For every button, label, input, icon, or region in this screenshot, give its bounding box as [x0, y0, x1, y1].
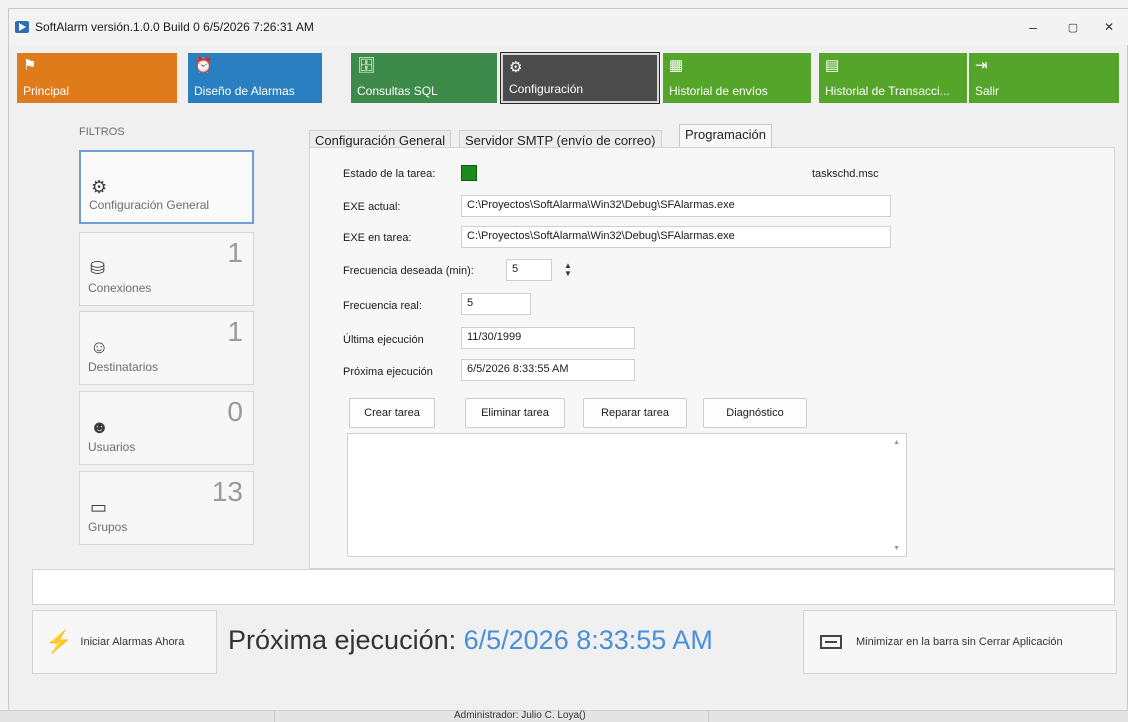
users-icon: ☻: [90, 417, 109, 437]
ultima-ejecucion-field[interactable]: 11/30/1999: [461, 327, 635, 349]
user-gear-icon: ☺: [90, 337, 109, 357]
filter-card-label: Grupos: [88, 520, 128, 534]
calendar-icon: ▦: [669, 57, 684, 74]
reparar-tarea-button[interactable]: Reparar tarea: [583, 398, 687, 428]
iniciar-alarmas-label: Iniciar Alarmas Ahora: [80, 636, 185, 648]
filter-card-count: 1: [227, 237, 243, 268]
message-bar: [32, 569, 1115, 605]
minimize-button[interactable]: –: [1013, 9, 1053, 45]
ribbon-consultas-sql-label: Consultas SQL: [357, 84, 438, 98]
exe-actual-field[interactable]: C:\Proyectos\SoftAlarma\Win32\Debug\SFAl…: [461, 195, 891, 217]
minimizar-bandeja-label: Minimizar en la barra sin Cerrar Aplicac…: [856, 636, 1063, 648]
task-status-indicator: [461, 165, 477, 181]
ribbon-diseno-alarmas[interactable]: ⏰ Diseño de Alarmas: [188, 53, 322, 103]
connection-icon: ⛁: [90, 258, 106, 278]
filter-card-label: Destinatarios: [88, 360, 159, 374]
ribbon-diseno-alarmas-label: Diseño de Alarmas: [194, 84, 295, 98]
estado-tarea-label: Estado de la tarea:: [343, 168, 436, 180]
eliminar-tarea-button[interactable]: Eliminar tarea: [465, 398, 565, 428]
lightning-icon: ⚡: [45, 629, 73, 654]
filter-card-configuracion-general[interactable]: ⚙ Configuración General: [79, 150, 254, 224]
close-button[interactable]: ✕: [1089, 9, 1128, 45]
exe-tarea-field[interactable]: C:\Proyectos\SoftAlarma\Win32\Debug\SFAl…: [461, 226, 891, 248]
title-bar: SoftAlarm versión.1.0.0 Build 0 6/5/2026…: [9, 9, 1128, 45]
status-separator: [708, 711, 709, 722]
status-user: Administrador: Julio C. Loya(): [454, 710, 586, 721]
next-run-label: Próxima ejecución:: [228, 625, 464, 655]
filter-card-label: Usuarios: [88, 440, 136, 454]
freq-spinner-arrows-icon[interactable]: ▲ ▼: [561, 259, 575, 281]
ribbon-salir-label: Salir: [975, 84, 1000, 98]
app-logo-icon: [15, 21, 29, 33]
filters-heading: FILTROS: [79, 126, 125, 138]
flag-icon: ⚑: [23, 57, 37, 74]
group-folder-icon: ▭: [90, 497, 108, 517]
maximize-button[interactable]: ▢: [1053, 9, 1093, 45]
ribbon-principal-label: Principal: [23, 84, 70, 98]
minimizar-bandeja-button[interactable]: Minimizar en la barra sin Cerrar Aplicac…: [803, 610, 1117, 674]
gear-icon: ⚙: [91, 177, 108, 197]
exe-actual-label: EXE actual:: [343, 201, 401, 213]
database-icon: 🗄: [357, 57, 377, 74]
filter-card-label: Configuración General: [89, 198, 210, 212]
filter-card-label: Conexiones: [88, 281, 152, 295]
status-bar: Administrador: Julio C. Loya(): [0, 710, 1128, 722]
status-separator: [274, 711, 275, 722]
filter-card-grupos[interactable]: ▭ 13 Grupos: [79, 471, 254, 545]
filter-card-count: 13: [211, 476, 243, 507]
freq-real-label: Frecuencia real:: [343, 300, 422, 312]
freq-deseada-label: Frecuencia deseada (min):: [343, 265, 474, 277]
app-window: SoftAlarm versión.1.0.0 Build 0 6/5/2026…: [8, 8, 1128, 722]
proxima-ejecucion-label: Próxima ejecución: [343, 366, 433, 378]
ribbon-configuracion-label: Configuración: [509, 82, 584, 96]
exit-icon: ⇥: [975, 57, 988, 74]
ribbon-principal[interactable]: ⚑ Principal: [17, 53, 177, 103]
iniciar-alarmas-button[interactable]: ⚡ Iniciar Alarmas Ahora: [32, 610, 217, 674]
alarm-clock-icon: ⏰: [194, 57, 213, 74]
ribbon-consultas-sql[interactable]: 🗄 Consultas SQL: [351, 53, 497, 103]
diagnostico-button[interactable]: Diagnóstico: [703, 398, 807, 428]
minimize-tray-icon: [820, 635, 842, 649]
gear-icon: ⚙: [509, 59, 523, 76]
filter-card-count: 1: [227, 316, 243, 347]
ribbon-historial-transacciones[interactable]: ▤ Historial de Transacci...: [819, 53, 967, 103]
window-title: SoftAlarm versión.1.0.0 Build 0 6/5/2026…: [35, 20, 314, 34]
ribbon-configuracion[interactable]: ⚙ Configuración: [501, 53, 659, 103]
ribbon-historial-transacciones-label: Historial de Transacci...: [825, 84, 950, 98]
scroll-down-icon[interactable]: ▼: [893, 545, 900, 552]
filter-card-count: 0: [227, 396, 243, 427]
ribbon-historial-envios[interactable]: ▦ Historial de envíos: [663, 53, 811, 103]
filter-card-destinatarios[interactable]: ☺ 1 Destinatarios: [79, 311, 254, 385]
log-output-box[interactable]: ▲ ▼: [347, 433, 907, 557]
next-run-value: 6/5/2026 8:33:55 AM: [463, 625, 713, 655]
scroll-up-icon[interactable]: ▲: [893, 439, 900, 446]
exe-tarea-label: EXE en tarea:: [343, 232, 412, 244]
filter-card-usuarios[interactable]: ☻ 0 Usuarios: [79, 391, 254, 465]
server-icon: ▤: [825, 57, 840, 74]
taskschd-link[interactable]: taskschd.msc: [812, 168, 879, 180]
freq-deseada-input[interactable]: 5: [506, 259, 552, 281]
crear-tarea-button[interactable]: Crear tarea: [349, 398, 435, 428]
proxima-ejecucion-field[interactable]: 6/5/2026 8:33:55 AM: [461, 359, 635, 381]
freq-real-field[interactable]: 5: [461, 293, 531, 315]
filter-card-conexiones[interactable]: ⛁ 1 Conexiones: [79, 232, 254, 306]
ribbon-historial-envios-label: Historial de envíos: [669, 84, 768, 98]
ultima-ejecucion-label: Última ejecución: [343, 334, 424, 346]
next-run-display: Próxima ejecución: 6/5/2026 8:33:55 AM: [228, 625, 713, 656]
ribbon-salir[interactable]: ⇥ Salir: [969, 53, 1119, 103]
main-ribbon: ⚑ Principal ⏰ Diseño de Alarmas 🗄 Consul…: [17, 53, 1121, 103]
